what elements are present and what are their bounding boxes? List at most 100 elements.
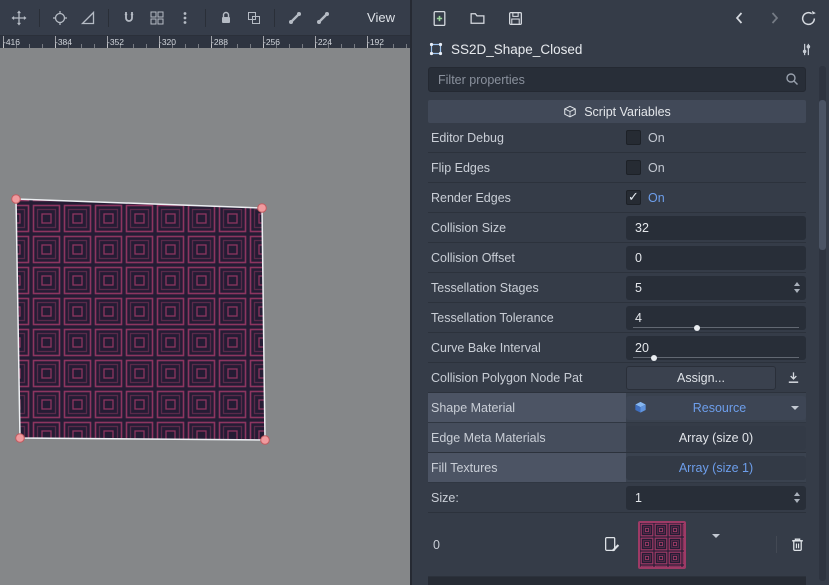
history-back-button[interactable]	[729, 7, 751, 29]
editor-debug-checkbox[interactable]	[626, 130, 641, 145]
ruler-mode-button[interactable]	[75, 5, 101, 31]
assign-target-icon	[786, 370, 801, 385]
edge-meta-materials-array-button[interactable]: Array (size 0)	[626, 426, 806, 450]
property-label: Collision Offset	[428, 243, 626, 272]
array-size-label: Array (size 0)	[679, 431, 753, 445]
new-resource-button[interactable]	[428, 7, 450, 29]
property-label: Editor Debug	[428, 123, 626, 152]
smart-snap-button[interactable]	[116, 5, 142, 31]
property-row-edge-meta-materials: Edge Meta Materials Array (size 0)	[428, 423, 806, 453]
filter-properties-input[interactable]	[428, 67, 806, 92]
property-row-fill-textures: Fill Textures Array (size 1)	[428, 453, 806, 483]
grid-snap-button[interactable]	[144, 5, 170, 31]
edit-script-icon	[603, 536, 620, 553]
section-script-variables[interactable]: Script Variables	[428, 100, 806, 123]
slider-grabber[interactable]	[694, 325, 700, 331]
property-row-shape-material: Shape Material Resource	[428, 393, 806, 423]
curve-bake-interval-slider[interactable]: 20	[626, 336, 806, 360]
inspector-scrollbar[interactable]	[819, 66, 826, 581]
pivot-tool-icon	[52, 10, 68, 26]
skeleton-button[interactable]	[282, 5, 308, 31]
spin-up-icon	[794, 282, 800, 286]
array-element-row-0: 0	[428, 513, 806, 577]
ruler-tick-label: -256	[263, 37, 280, 47]
property-label: Collision Polygon Node Pat	[428, 363, 626, 392]
ruler-tick-label: -288	[211, 37, 228, 47]
shape-handle[interactable]	[258, 204, 267, 213]
spin-down-icon	[794, 289, 800, 293]
group-button[interactable]	[241, 5, 267, 31]
collision-offset-field[interactable]: 0	[626, 246, 806, 270]
shape-handle[interactable]	[16, 434, 25, 443]
view-menu-label: View	[367, 10, 395, 25]
canvas-toolbar: View	[0, 0, 410, 36]
extra-resource-options-button[interactable]	[795, 38, 817, 60]
history-icon	[800, 10, 817, 27]
save-resource-button[interactable]	[504, 7, 526, 29]
array-size-field[interactable]: 1	[626, 486, 806, 510]
pick-node-button[interactable]	[780, 366, 806, 390]
resource-cube-icon	[633, 400, 648, 415]
checkbox-on-label: On	[648, 131, 665, 145]
skeleton-options-button[interactable]	[310, 5, 336, 31]
spin-down-icon	[794, 499, 800, 503]
inspector-content: Script Variables Editor Debug On Flip Ed…	[412, 100, 829, 585]
canvas-area[interactable]	[0, 48, 410, 585]
slider-grabber[interactable]	[651, 355, 657, 361]
load-resource-button[interactable]	[466, 7, 488, 29]
property-label: Edge Meta Materials	[428, 423, 626, 452]
inspector-toolbar	[412, 0, 829, 36]
move-tool-button[interactable]	[6, 5, 32, 31]
history-forward-button[interactable]	[763, 7, 785, 29]
script-variables-icon	[563, 105, 577, 119]
shape-handle[interactable]	[261, 436, 270, 445]
tessellation-stages-field[interactable]: 5	[626, 276, 806, 300]
ruler-tick-label: -320	[159, 37, 176, 47]
godot-editor: View -416 -384 -352 -320 -288 -256 -224 …	[0, 0, 829, 585]
inspected-object-header: SS2D_Shape_Closed	[412, 36, 829, 62]
fill-textures-array-button[interactable]: Array (size 1)	[626, 456, 806, 480]
flip-edges-checkbox[interactable]	[626, 160, 641, 175]
spin-up-icon	[794, 492, 800, 496]
canvas-viewport[interactable]: View -416 -384 -352 -320 -288 -256 -224 …	[0, 0, 410, 585]
scrollbar-thumb[interactable]	[819, 100, 826, 250]
new-resource-icon	[431, 10, 448, 27]
texture-preview-thumbnail[interactable]	[638, 521, 686, 569]
lock-icon	[218, 10, 234, 26]
shape-handle[interactable]	[12, 195, 21, 204]
assign-node-path-button[interactable]: Assign...	[626, 366, 776, 390]
property-row-collision-size: Collision Size 32	[428, 213, 806, 243]
shape-material-resource-button[interactable]: Resource	[626, 396, 806, 420]
forward-chevron-icon	[766, 10, 782, 26]
spinbox-arrows[interactable]	[794, 276, 800, 300]
collision-size-field[interactable]: 32	[626, 216, 806, 240]
delete-element-button[interactable]	[776, 536, 806, 553]
back-chevron-icon	[732, 10, 748, 26]
pivot-tool-button[interactable]	[47, 5, 73, 31]
smart-snap-icon	[121, 10, 137, 26]
view-menu-button[interactable]: View	[358, 7, 404, 28]
tessellation-tolerance-slider[interactable]: 4	[626, 306, 806, 330]
trash-icon	[789, 536, 806, 553]
save-icon	[507, 10, 524, 27]
shape-polygon[interactable]	[16, 199, 265, 440]
collision-size-value: 32	[635, 221, 649, 235]
property-row-editor-debug: Editor Debug On	[428, 123, 806, 153]
snap-options-button[interactable]	[172, 5, 198, 31]
checkbox-on-label: On	[648, 191, 665, 205]
skeleton-options-icon	[315, 10, 331, 26]
property-row-render-edges: Render Edges On	[428, 183, 806, 213]
element-index-label: 0	[428, 538, 600, 552]
horizontal-ruler: -416 -384 -352 -320 -288 -256 -224 -192	[0, 36, 410, 48]
edit-element-button[interactable]	[600, 534, 622, 556]
property-label: Flip Edges	[428, 153, 626, 182]
texture-options-button[interactable]	[712, 538, 720, 552]
render-edges-checkbox[interactable]	[626, 190, 641, 205]
snap-options-icon	[177, 10, 193, 26]
lock-button[interactable]	[213, 5, 239, 31]
array-size-value: 1	[635, 491, 642, 505]
grid-snap-icon	[149, 10, 165, 26]
object-history-button[interactable]	[797, 7, 819, 29]
spinbox-arrows[interactable]	[794, 486, 800, 510]
next-property-partial	[428, 577, 806, 585]
